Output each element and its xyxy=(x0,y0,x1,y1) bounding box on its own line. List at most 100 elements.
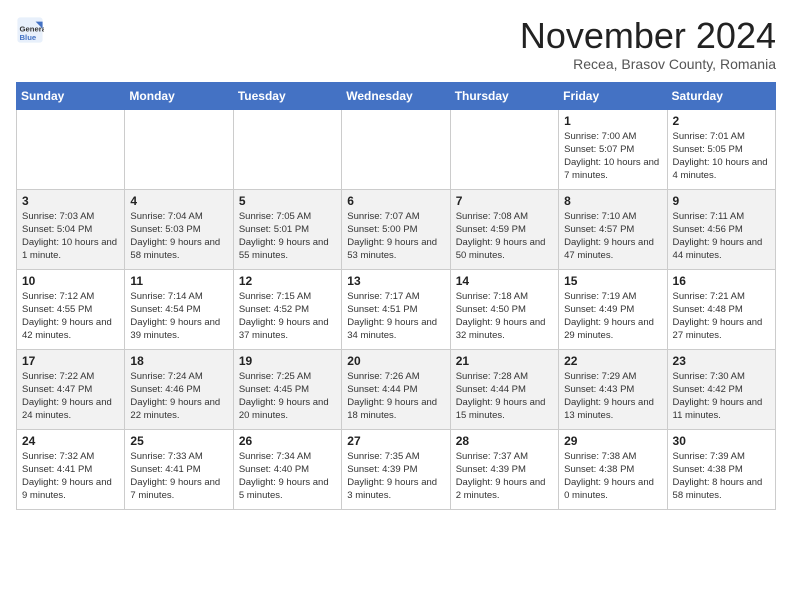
day-info: Sunrise: 7:32 AM Sunset: 4:41 PM Dayligh… xyxy=(22,450,119,503)
day-info: Sunrise: 7:15 AM Sunset: 4:52 PM Dayligh… xyxy=(239,290,336,343)
header: General Blue November 2024 Recea, Brasov… xyxy=(16,16,776,72)
day-info: Sunrise: 7:07 AM Sunset: 5:00 PM Dayligh… xyxy=(347,210,444,263)
day-number: 28 xyxy=(456,434,553,448)
day-info: Sunrise: 7:24 AM Sunset: 4:46 PM Dayligh… xyxy=(130,370,227,423)
day-info: Sunrise: 7:00 AM Sunset: 5:07 PM Dayligh… xyxy=(564,130,661,183)
day-info: Sunrise: 7:28 AM Sunset: 4:44 PM Dayligh… xyxy=(456,370,553,423)
day-number: 16 xyxy=(673,274,770,288)
calendar-cell: 21 Sunrise: 7:28 AM Sunset: 4:44 PM Dayli… xyxy=(450,349,558,429)
subtitle: Recea, Brasov County, Romania xyxy=(520,56,776,72)
day-number: 12 xyxy=(239,274,336,288)
day-info: Sunrise: 7:12 AM Sunset: 4:55 PM Dayligh… xyxy=(22,290,119,343)
title-area: November 2024 Recea, Brasov County, Roma… xyxy=(520,16,776,72)
day-header-sunday: Sunday xyxy=(17,82,125,109)
calendar-header-row: SundayMondayTuesdayWednesdayThursdayFrid… xyxy=(17,82,776,109)
day-header-thursday: Thursday xyxy=(450,82,558,109)
day-info: Sunrise: 7:35 AM Sunset: 4:39 PM Dayligh… xyxy=(347,450,444,503)
calendar-cell: 7 Sunrise: 7:08 AM Sunset: 4:59 PM Daylig… xyxy=(450,189,558,269)
day-info: Sunrise: 7:19 AM Sunset: 4:49 PM Dayligh… xyxy=(564,290,661,343)
day-info: Sunrise: 7:01 AM Sunset: 5:05 PM Dayligh… xyxy=(673,130,770,183)
calendar-cell: 11 Sunrise: 7:14 AM Sunset: 4:54 PM Dayli… xyxy=(125,269,233,349)
calendar-cell: 30 Sunrise: 7:39 AM Sunset: 4:38 PM Dayli… xyxy=(667,429,775,509)
day-info: Sunrise: 7:14 AM Sunset: 4:54 PM Dayligh… xyxy=(130,290,227,343)
calendar-cell: 9 Sunrise: 7:11 AM Sunset: 4:56 PM Daylig… xyxy=(667,189,775,269)
calendar-week-5: 24 Sunrise: 7:32 AM Sunset: 4:41 PM Dayli… xyxy=(17,429,776,509)
calendar-cell: 5Sunrise: 7:05 AM Sunset: 5:01 PM Daylig… xyxy=(233,189,341,269)
day-number: 21 xyxy=(456,354,553,368)
calendar-cell xyxy=(342,109,450,189)
calendar-cell: 10 Sunrise: 7:12 AM Sunset: 4:55 PM Dayli… xyxy=(17,269,125,349)
calendar-cell: 14 Sunrise: 7:18 AM Sunset: 4:50 PM Dayli… xyxy=(450,269,558,349)
day-info: Sunrise: 7:38 AM Sunset: 4:38 PM Dayligh… xyxy=(564,450,661,503)
calendar-cell: 19 Sunrise: 7:25 AM Sunset: 4:45 PM Dayli… xyxy=(233,349,341,429)
day-info: Sunrise: 7:21 AM Sunset: 4:48 PM Dayligh… xyxy=(673,290,770,343)
day-number: 27 xyxy=(347,434,444,448)
calendar-cell: 27 Sunrise: 7:35 AM Sunset: 4:39 PM Dayli… xyxy=(342,429,450,509)
calendar-week-2: 3 Sunrise: 7:03 AM Sunset: 5:04 PM Daylig… xyxy=(17,189,776,269)
logo-icon: General Blue xyxy=(16,16,44,44)
day-info: Sunrise: 7:34 AM Sunset: 4:40 PM Dayligh… xyxy=(239,450,336,503)
day-number: 14 xyxy=(456,274,553,288)
calendar-cell xyxy=(233,109,341,189)
calendar-cell xyxy=(17,109,125,189)
day-number: 8 xyxy=(564,194,661,208)
day-info: Sunrise: 7:26 AM Sunset: 4:44 PM Dayligh… xyxy=(347,370,444,423)
calendar-cell: 1 Sunrise: 7:00 AM Sunset: 5:07 PM Daylig… xyxy=(559,109,667,189)
day-info: Sunrise: 7:30 AM Sunset: 4:42 PM Dayligh… xyxy=(673,370,770,423)
day-number: 30 xyxy=(673,434,770,448)
day-info: Sunrise: 7:18 AM Sunset: 4:50 PM Dayligh… xyxy=(456,290,553,343)
day-number: 7 xyxy=(456,194,553,208)
calendar-cell: 6 Sunrise: 7:07 AM Sunset: 5:00 PM Daylig… xyxy=(342,189,450,269)
day-number: 20 xyxy=(347,354,444,368)
day-info: Sunrise: 7:03 AM Sunset: 5:04 PM Dayligh… xyxy=(22,210,119,263)
calendar-cell: 18 Sunrise: 7:24 AM Sunset: 4:46 PM Dayli… xyxy=(125,349,233,429)
calendar-cell: 26Sunrise: 7:34 AM Sunset: 4:40 PM Dayli… xyxy=(233,429,341,509)
day-number: 18 xyxy=(130,354,227,368)
day-number: 24 xyxy=(22,434,119,448)
day-info: Sunrise: 7:25 AM Sunset: 4:45 PM Dayligh… xyxy=(239,370,336,423)
calendar-cell: 24 Sunrise: 7:32 AM Sunset: 4:41 PM Dayli… xyxy=(17,429,125,509)
calendar-cell: 8 Sunrise: 7:10 AM Sunset: 4:57 PM Daylig… xyxy=(559,189,667,269)
day-number: 1 xyxy=(564,114,661,128)
day-number: 19 xyxy=(239,354,336,368)
day-number: 29 xyxy=(564,434,661,448)
calendar-cell: 17Sunrise: 7:22 AM Sunset: 4:47 PM Dayli… xyxy=(17,349,125,429)
day-number: 25 xyxy=(130,434,227,448)
day-number: 4 xyxy=(130,194,227,208)
day-info: Sunrise: 7:39 AM Sunset: 4:38 PM Dayligh… xyxy=(673,450,770,503)
calendar-table: SundayMondayTuesdayWednesdayThursdayFrid… xyxy=(16,82,776,510)
day-info: Sunrise: 7:33 AM Sunset: 4:41 PM Dayligh… xyxy=(130,450,227,503)
day-number: 13 xyxy=(347,274,444,288)
day-info: Sunrise: 7:04 AM Sunset: 5:03 PM Dayligh… xyxy=(130,210,227,263)
svg-text:Blue: Blue xyxy=(20,33,37,42)
calendar-week-1: 1 Sunrise: 7:00 AM Sunset: 5:07 PM Daylig… xyxy=(17,109,776,189)
day-number: 2 xyxy=(673,114,770,128)
day-info: Sunrise: 7:08 AM Sunset: 4:59 PM Dayligh… xyxy=(456,210,553,263)
day-number: 10 xyxy=(22,274,119,288)
day-number: 3 xyxy=(22,194,119,208)
day-header-friday: Friday xyxy=(559,82,667,109)
day-number: 23 xyxy=(673,354,770,368)
month-title: November 2024 xyxy=(520,16,776,56)
day-number: 15 xyxy=(564,274,661,288)
calendar-cell: 16 Sunrise: 7:21 AM Sunset: 4:48 PM Dayli… xyxy=(667,269,775,349)
day-number: 22 xyxy=(564,354,661,368)
calendar-cell xyxy=(450,109,558,189)
day-info: Sunrise: 7:17 AM Sunset: 4:51 PM Dayligh… xyxy=(347,290,444,343)
day-header-wednesday: Wednesday xyxy=(342,82,450,109)
day-header-tuesday: Tuesday xyxy=(233,82,341,109)
day-info: Sunrise: 7:11 AM Sunset: 4:56 PM Dayligh… xyxy=(673,210,770,263)
day-number: 6 xyxy=(347,194,444,208)
day-info: Sunrise: 7:10 AM Sunset: 4:57 PM Dayligh… xyxy=(564,210,661,263)
logo: General Blue xyxy=(16,16,46,44)
calendar-week-4: 17Sunrise: 7:22 AM Sunset: 4:47 PM Dayli… xyxy=(17,349,776,429)
day-number: 17 xyxy=(22,354,119,368)
calendar-week-3: 10 Sunrise: 7:12 AM Sunset: 4:55 PM Dayli… xyxy=(17,269,776,349)
day-info: Sunrise: 7:37 AM Sunset: 4:39 PM Dayligh… xyxy=(456,450,553,503)
calendar-cell: 4 Sunrise: 7:04 AM Sunset: 5:03 PM Daylig… xyxy=(125,189,233,269)
calendar-cell: 29 Sunrise: 7:38 AM Sunset: 4:38 PM Dayli… xyxy=(559,429,667,509)
day-info: Sunrise: 7:29 AM Sunset: 4:43 PM Dayligh… xyxy=(564,370,661,423)
day-info: Sunrise: 7:05 AM Sunset: 5:01 PM Dayligh… xyxy=(239,210,336,263)
day-number: 9 xyxy=(673,194,770,208)
day-number: 11 xyxy=(130,274,227,288)
